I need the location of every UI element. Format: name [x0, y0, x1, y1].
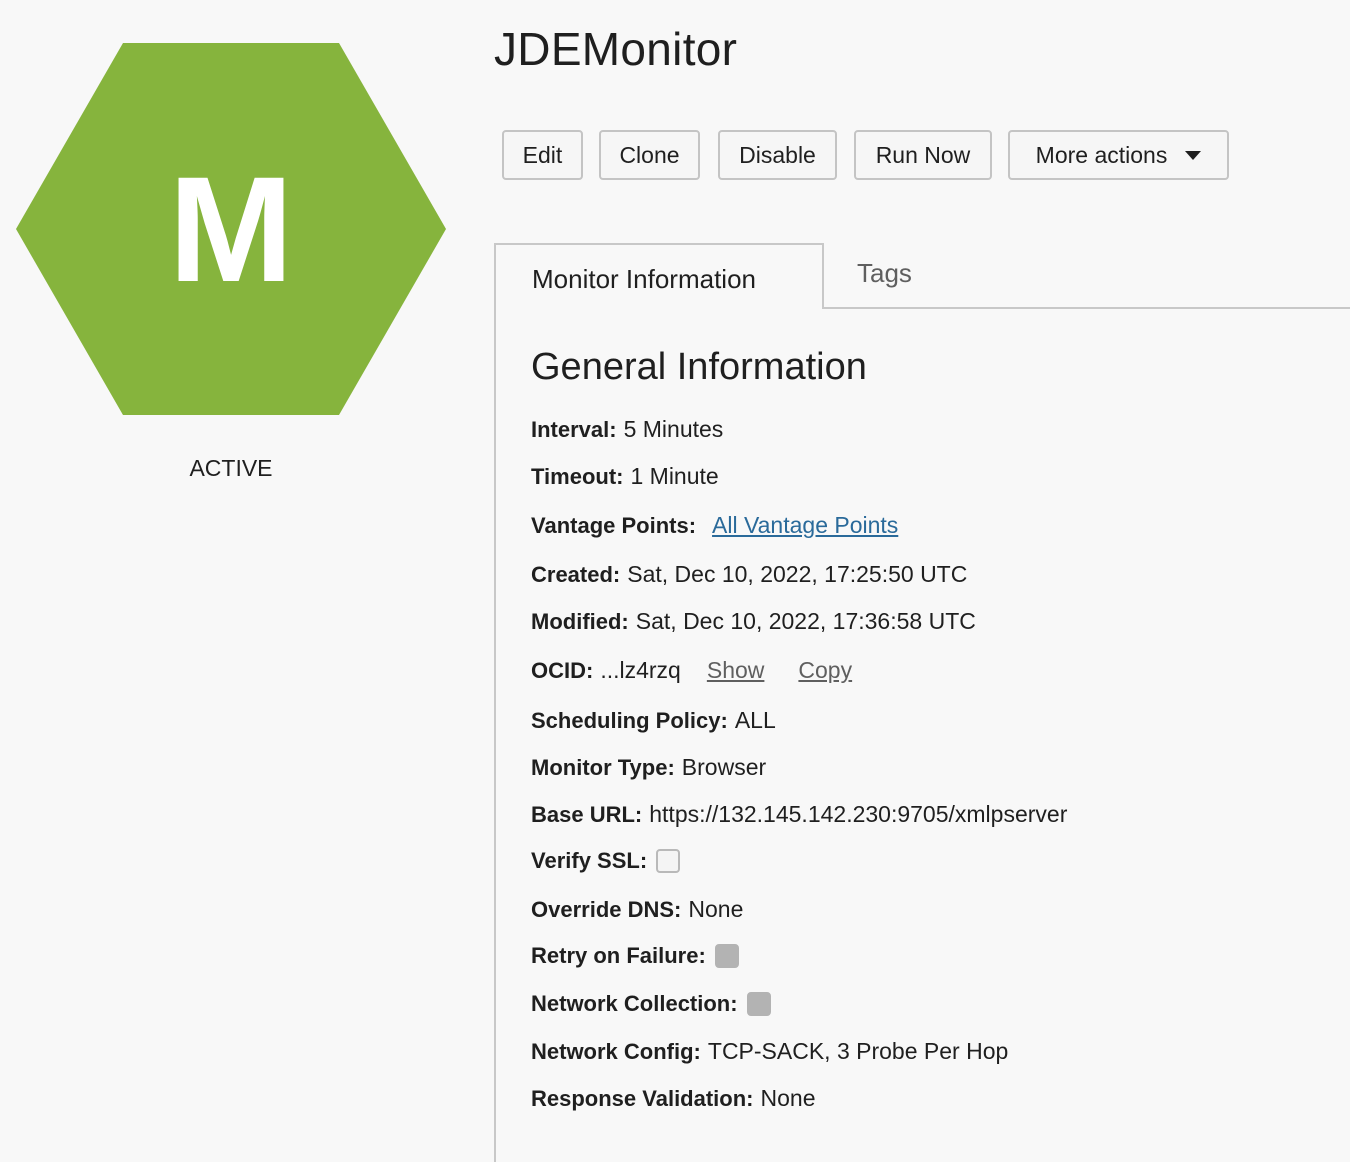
more-actions-button[interactable]: More actions [1008, 130, 1229, 180]
retry-on-failure-field: Retry on Failure: [531, 943, 739, 969]
network-collection-checkbox [746, 992, 771, 1016]
caret-down-icon [1185, 150, 1202, 160]
override-dns-label: Override DNS: [531, 896, 682, 922]
page-title: JDEMonitor [494, 23, 738, 75]
created-field: Created: Sat, Dec 10, 2022, 17:25:50 UTC [531, 561, 967, 588]
interval-field: Interval: 5 Minutes [531, 416, 723, 443]
ocid-show-link[interactable]: Show [707, 657, 765, 684]
more-actions-label: More actions [1035, 141, 1168, 168]
network-collection-label: Network Collection: [531, 991, 738, 1016]
monitor-type-field: Monitor Type: Browser [531, 754, 766, 781]
response-validation-label: Response Validation: [531, 1085, 754, 1111]
tab-bar: Monitor Information Tags [494, 243, 1350, 309]
network-config-value: TCP-SACK, 3 Probe Per Hop [707, 1038, 1009, 1064]
scheduling-policy-value: ALL [734, 707, 776, 733]
timeout-field: Timeout: 1 Minute [531, 463, 719, 490]
verify-ssl-label: Verify SSL: [531, 848, 648, 873]
retry-on-failure-label: Retry on Failure: [531, 943, 706, 968]
response-validation-field: Response Validation: None [531, 1085, 815, 1112]
scheduling-policy-label: Scheduling Policy: [531, 707, 728, 733]
ocid-copy-link[interactable]: Copy [798, 657, 852, 684]
edit-button[interactable]: Edit [502, 130, 583, 180]
disable-button[interactable]: Disable [718, 130, 837, 180]
scheduling-policy-field: Scheduling Policy: ALL [531, 707, 776, 734]
clone-button[interactable]: Clone [599, 130, 700, 180]
run-now-button[interactable]: Run Now [854, 130, 992, 180]
created-value: Sat, Dec 10, 2022, 17:25:50 UTC [627, 561, 968, 587]
monitor-type-value: Browser [681, 754, 767, 780]
created-label: Created: [531, 561, 621, 587]
override-dns-field: Override DNS: None [531, 896, 743, 923]
retry-on-failure-checkbox [714, 944, 739, 968]
base-url-label: Base URL: [531, 801, 643, 827]
monitor-type-label: Monitor Type: [531, 754, 675, 780]
ocid-value: ...lz4rzq [600, 657, 681, 683]
monitor-badge: M [16, 43, 446, 415]
verify-ssl-checkbox[interactable] [656, 849, 681, 873]
response-validation-value: None [760, 1085, 816, 1111]
base-url-value: https://132.145.142.230:9705/xmlpserver [649, 801, 1068, 827]
timeout-label: Timeout: [531, 463, 624, 489]
network-config-label: Network Config: [531, 1038, 701, 1064]
override-dns-value: None [688, 896, 744, 922]
interval-label: Interval: [531, 416, 617, 442]
status-label: ACTIVE [189, 455, 273, 481]
network-collection-field: Network Collection: [531, 991, 771, 1017]
tab-monitor-information[interactable]: Monitor Information [494, 243, 824, 309]
base-url-field: Base URL: https://132.145.142.230:9705/x… [531, 801, 1067, 828]
vantage-points-label: Vantage Points: [531, 512, 697, 538]
network-config-field: Network Config: TCP-SACK, 3 Probe Per Ho… [531, 1038, 1008, 1065]
timeout-value: 1 Minute [630, 463, 719, 489]
vantage-points-field: Vantage Points: All Vantage Points [531, 512, 898, 539]
monitor-details-page: M ACTIVE JDEMonitor Edit Clone Disable R… [0, 0, 1350, 1162]
modified-label: Modified: [531, 608, 629, 634]
tab-tags[interactable]: Tags [857, 243, 912, 309]
modified-field: Modified: Sat, Dec 10, 2022, 17:36:58 UT… [531, 608, 976, 635]
badge-letter: M [168, 144, 294, 313]
panel-border [494, 309, 496, 1162]
interval-value: 5 Minutes [623, 416, 724, 442]
ocid-label: OCID: [531, 657, 594, 683]
modified-value: Sat, Dec 10, 2022, 17:36:58 UTC [635, 608, 976, 634]
verify-ssl-field: Verify SSL: [531, 848, 681, 874]
vantage-points-link[interactable]: All Vantage Points [712, 512, 898, 539]
ocid-field: OCID: ...lz4rzq Show Copy [531, 657, 852, 684]
general-information-heading: General Information [531, 346, 867, 388]
